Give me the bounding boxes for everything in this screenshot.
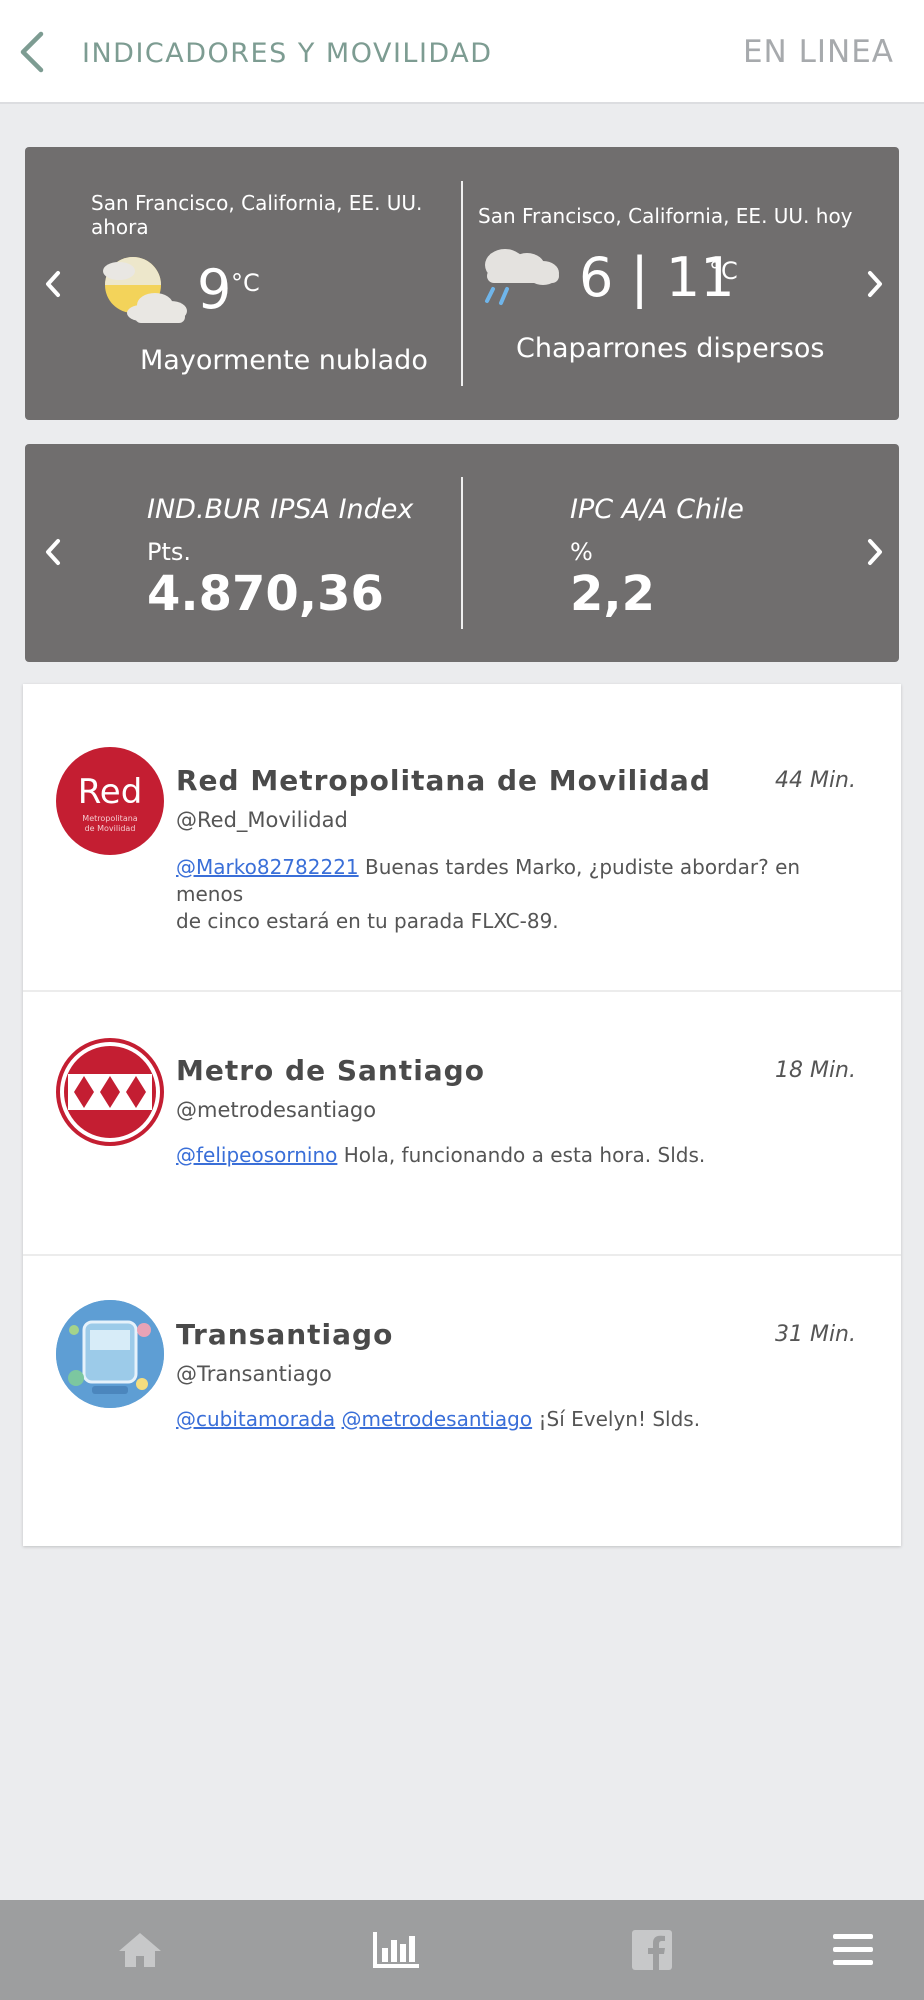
tweet-time: 31 Min.	[774, 1322, 856, 1347]
indicator-name: IND.BUR IPSA Index	[147, 494, 414, 525]
indicators-divider	[461, 477, 463, 629]
avatar	[56, 1300, 164, 1408]
connection-status: EN LINEA	[742, 34, 894, 70]
partly-cloudy-icon	[103, 257, 187, 323]
svg-text:Red: Red	[78, 772, 143, 812]
chevron-left-icon	[20, 31, 44, 73]
red-movilidad-logo: Red Metropolitana de Movilidad	[78, 772, 143, 833]
mention-link[interactable]: @metrodesantiago	[342, 1407, 533, 1431]
weather-divider	[461, 181, 463, 386]
nav-menu-button[interactable]	[823, 1922, 883, 1978]
account-name: Red Metropolitana de Movilidad	[176, 764, 711, 797]
today-condition: Chaparrones dispersos	[516, 333, 825, 364]
today-location: San Francisco, California, EE. UU. hoy	[478, 204, 853, 228]
nav-home-button[interactable]	[110, 1922, 170, 1978]
nav-facebook-button[interactable]	[622, 1922, 682, 1978]
chevron-right-icon	[868, 271, 882, 297]
tweet-body: Hola, funcionando a esta hora. Slds.	[337, 1143, 706, 1167]
today-temp-unit: °C	[709, 257, 738, 285]
tweet-body: ¡Sí Evelyn! Slds.	[532, 1407, 701, 1431]
current-location: San Francisco, California, EE. UU.	[91, 191, 423, 215]
tweet-body-cont: de cinco estará en tu parada FLXC-89.	[176, 909, 559, 933]
account-handle: @Red_Movilidad	[176, 808, 348, 832]
indicators-prev-button[interactable]	[33, 527, 73, 577]
transantiago-logo	[56, 1300, 164, 1408]
mention-link[interactable]: @cubitamorada	[176, 1407, 335, 1431]
facebook-icon	[632, 1930, 672, 1970]
tweet-text: @Marko82782221 Buenas tardes Marko, ¿pud…	[176, 854, 866, 935]
list-item[interactable]: Metro de Santiago 18 Min. @metrodesantia…	[23, 992, 901, 1254]
account-handle: @Transantiago	[176, 1362, 332, 1386]
top-bar: INDICADORES Y MOVILIDAD EN LINEA	[0, 0, 924, 104]
account-name: Metro de Santiago	[176, 1054, 485, 1087]
back-button[interactable]	[12, 28, 52, 76]
metro-santiago-logo	[64, 1046, 156, 1138]
list-item[interactable]: Red Metropolitana de Movilidad Red Metro…	[23, 684, 901, 990]
current-temperature: 9	[197, 258, 232, 321]
indicator-name: IPC A/A Chile	[570, 494, 744, 525]
svg-text:de Movilidad: de Movilidad	[85, 824, 136, 833]
mention-link[interactable]: @Marko82782221	[176, 855, 359, 879]
chart-icon	[373, 1932, 419, 1968]
menu-icon	[833, 1934, 873, 1965]
page-title: INDICADORES Y MOVILIDAD	[82, 38, 493, 69]
weather-card: San Francisco, California, EE. UU. ahora…	[25, 147, 899, 420]
avatar: Red Metropolitana de Movilidad	[56, 747, 164, 855]
chevron-left-icon	[46, 539, 60, 565]
tweet-text: @cubitamorada @metrodesantiago ¡Sí Evely…	[176, 1406, 866, 1433]
current-condition: Mayormente nublado	[140, 345, 428, 376]
indicator-unit: Pts.	[147, 538, 192, 566]
tweet-text: @felipeosornino Hola, funcionando a esta…	[176, 1142, 866, 1169]
account-name: Transantiago	[176, 1318, 394, 1351]
account-handle: @metrodesantiago	[176, 1098, 377, 1122]
indicator-unit: %	[570, 538, 593, 566]
avatar	[56, 1038, 164, 1146]
weather-next-button[interactable]	[855, 259, 895, 309]
tweet-feed: Red Metropolitana de Movilidad Red Metro…	[23, 684, 901, 1546]
bottom-navigation	[0, 1900, 924, 2000]
weather-prev-button[interactable]	[33, 259, 73, 309]
current-time-label: ahora	[91, 215, 149, 239]
indicators-card: IND.BUR IPSA Index Pts. 4.870,36 IPC A/A…	[25, 444, 899, 662]
indicator-value: 2,2	[570, 566, 656, 622]
current-temp-unit: °C	[231, 269, 260, 297]
indicators-next-button[interactable]	[855, 527, 895, 577]
mention-link[interactable]: @felipeosornino	[176, 1143, 337, 1167]
home-icon	[119, 1933, 161, 1967]
svg-text:Metropolitana: Metropolitana	[82, 814, 137, 823]
indicator-value: 4.870,36	[147, 566, 384, 622]
rain-showers-icon	[485, 249, 559, 305]
tweet-time: 44 Min.	[774, 768, 856, 793]
tweet-time: 18 Min.	[774, 1058, 856, 1083]
chevron-left-icon	[46, 271, 60, 297]
list-item[interactable]: Transantiago 31 Min. @Transantiago @cubi…	[23, 1256, 901, 1546]
nav-indicators-button[interactable]	[365, 1922, 425, 1978]
chevron-right-icon	[868, 539, 882, 565]
